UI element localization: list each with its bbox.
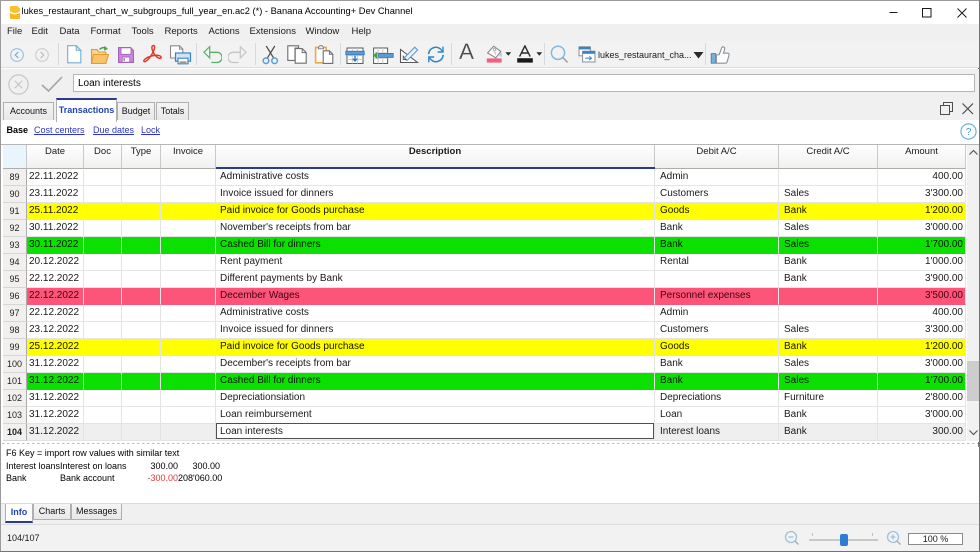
svg-text:?: ? xyxy=(966,126,972,138)
